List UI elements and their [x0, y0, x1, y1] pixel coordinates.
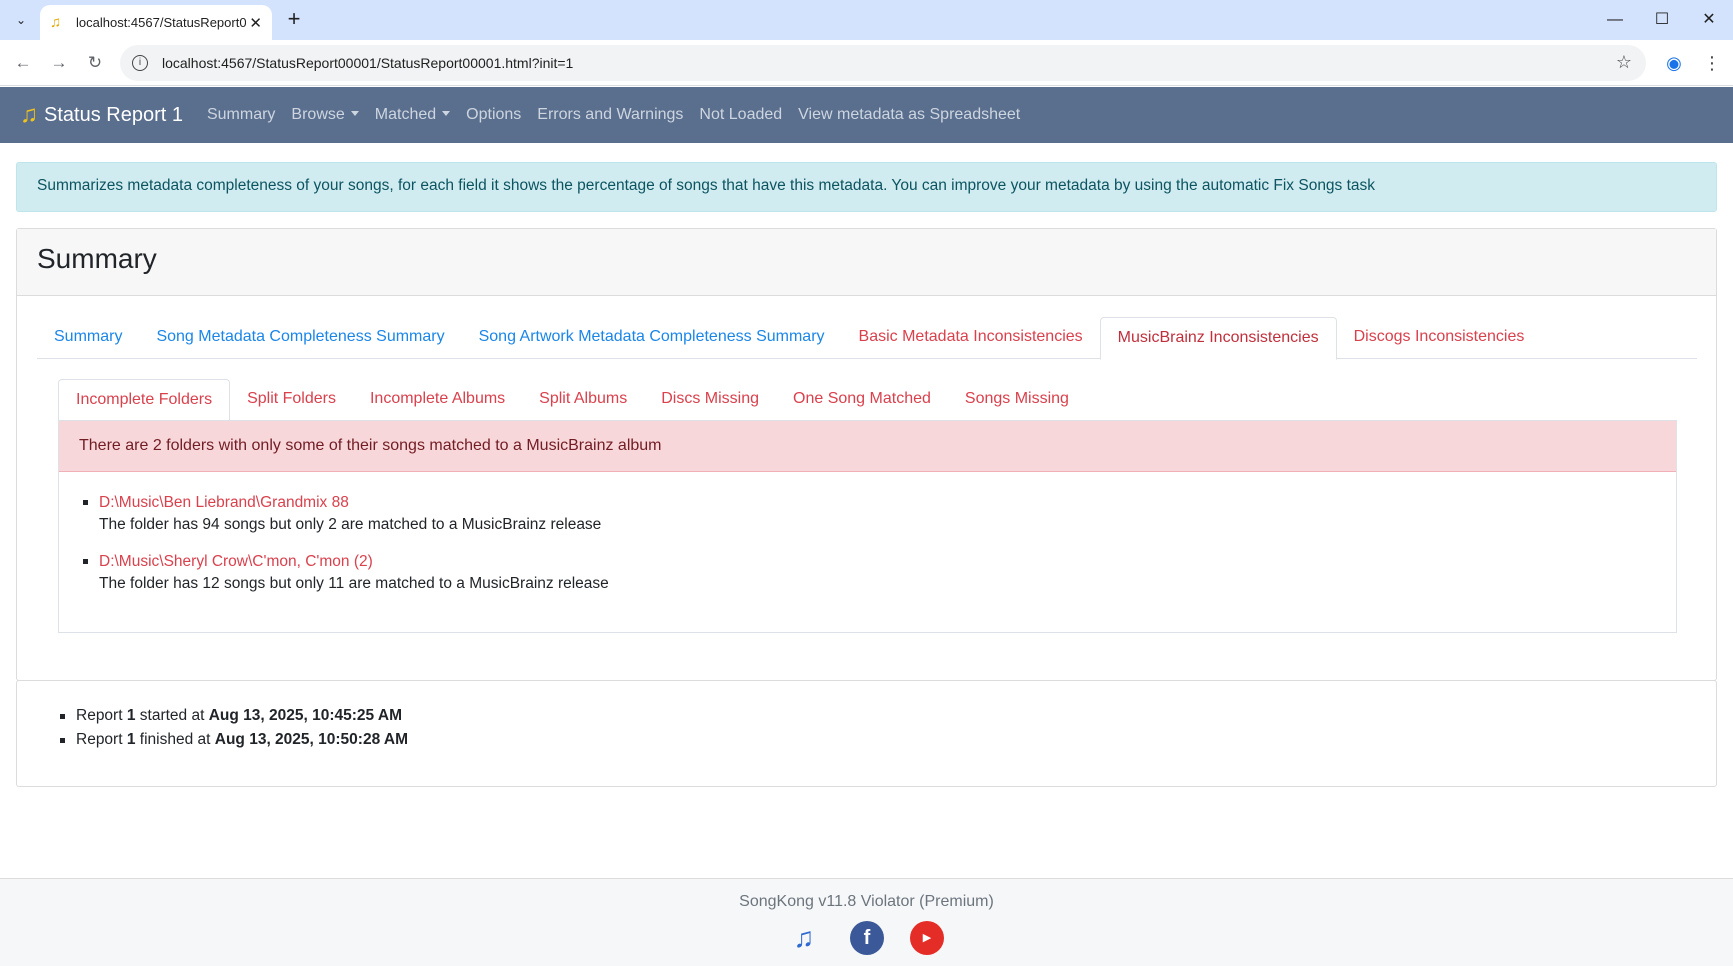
window-close-button[interactable]: ✕ [1697, 8, 1721, 32]
tab-song-artwork-completeness[interactable]: Song Artwork Metadata Completeness Summa… [462, 317, 842, 359]
folder-description: The folder has 94 songs but only 2 are m… [99, 516, 602, 533]
incomplete-folders-panel: There are 2 folders with only some of th… [58, 420, 1677, 633]
subtab-songs-missing[interactable]: Songs Missing [948, 379, 1086, 421]
brand-title: Status Report 1 [44, 103, 183, 126]
address-bar[interactable]: i localhost:4567/StatusReport00001/Statu… [120, 45, 1646, 81]
songkong-icon[interactable]: ♫ [787, 921, 821, 955]
report-tabs: Summary Song Metadata Completeness Summa… [37, 317, 1697, 360]
tab-basic-metadata-inconsistencies[interactable]: Basic Metadata Inconsistencies [842, 317, 1100, 359]
info-alert: Summarizes metadata completeness of your… [16, 162, 1717, 212]
bookmark-star-icon[interactable]: ☆ [1616, 52, 1632, 73]
tab-song-metadata-completeness[interactable]: Song Metadata Completeness Summary [139, 317, 461, 359]
tab-close-icon[interactable]: ✕ [249, 14, 262, 32]
list-item: D:\Music\Sheryl Crow\C'mon, C'mon (2) Th… [83, 551, 1676, 595]
url-text[interactable]: localhost:4567/StatusReport00001/StatusR… [162, 55, 573, 71]
musicbrainz-subtabs: Incomplete Folders Split Folders Incompl… [58, 379, 1678, 422]
tab-discogs-inconsistencies[interactable]: Discogs Inconsistencies [1337, 317, 1542, 359]
finished-time: Aug 13, 2025, 10:50:28 AM [214, 731, 409, 748]
list-item: D:\Music\Ben Liebrand\Grandmix 88 The fo… [83, 492, 1676, 536]
browser-menu-icon[interactable]: ⋮ [1700, 51, 1724, 75]
subtab-split-folders[interactable]: Split Folders [230, 379, 353, 421]
report-label: Report [76, 707, 123, 724]
report-label: Report [76, 731, 123, 748]
footer-version: SongKong v11.8 Violator (Premium) [739, 893, 994, 910]
nav-browse-dropdown[interactable]: Browse [291, 106, 358, 124]
new-tab-button[interactable]: + [282, 8, 306, 32]
folder-description: The folder has 12 songs but only 11 are … [99, 575, 609, 592]
reload-icon[interactable]: ↻ [83, 51, 107, 75]
profile-icon[interactable]: ◉ [1662, 51, 1686, 75]
nav-matched-dropdown[interactable]: Matched [375, 106, 450, 124]
forward-icon[interactable]: → [47, 51, 71, 75]
started-time: Aug 13, 2025, 10:45:25 AM [208, 707, 402, 724]
footer: SongKong v11.8 Violator (Premium) ♫ f ▶ [0, 878, 1733, 966]
subtab-incomplete-albums[interactable]: Incomplete Albums [353, 379, 522, 421]
report-started: Report 1 started at Aug 13, 2025, 10:45:… [60, 704, 1716, 728]
nav-options[interactable]: Options [466, 106, 521, 124]
report-number: 1 [126, 731, 136, 748]
report-times-list: Report 1 started at Aug 13, 2025, 10:45:… [17, 681, 1716, 752]
subtab-discs-missing[interactable]: Discs Missing [644, 379, 776, 421]
tab-summary[interactable]: Summary [37, 317, 139, 359]
app-navbar: ♫ Status Report 1 Summary Browse Matched… [0, 87, 1733, 143]
songkong-logo-icon: ♫ [20, 101, 38, 128]
subtab-split-albums[interactable]: Split Albums [522, 379, 644, 421]
maximize-button[interactable]: ☐ [1650, 8, 1674, 32]
brand[interactable]: ♫ Status Report 1 [20, 101, 183, 129]
nav-view-spreadsheet[interactable]: View metadata as Spreadsheet [798, 106, 1020, 124]
incomplete-folders-alert: There are 2 folders with only some of th… [59, 421, 1676, 472]
card-title: Summary [17, 229, 1716, 296]
youtube-icon[interactable]: ▶ [910, 921, 944, 955]
back-icon[interactable]: ← [11, 51, 35, 75]
started-label: started at [139, 707, 205, 724]
report-times-card: Report 1 started at Aug 13, 2025, 10:45:… [16, 680, 1717, 787]
nav-errors-warnings[interactable]: Errors and Warnings [537, 106, 683, 124]
folder-link[interactable]: D:\Music\Sheryl Crow\C'mon, C'mon (2) [99, 551, 1676, 573]
browser-tabstrip: ⌄ ♫ localhost:4567/StatusReport00001 ✕ +… [0, 0, 1733, 40]
browser-tab[interactable]: ♫ localhost:4567/StatusReport00001 ✕ [40, 5, 272, 40]
site-info-icon[interactable]: i [132, 55, 148, 71]
nav-summary[interactable]: Summary [207, 106, 275, 124]
minimize-button[interactable]: — [1603, 8, 1627, 32]
folder-list: D:\Music\Ben Liebrand\Grandmix 88 The fo… [59, 472, 1676, 595]
subtab-one-song-matched[interactable]: One Song Matched [776, 379, 948, 421]
report-number: 1 [126, 707, 136, 724]
subtab-incomplete-folders[interactable]: Incomplete Folders [58, 379, 231, 422]
report-finished: Report 1 finished at Aug 13, 2025, 10:50… [60, 728, 1716, 752]
folder-link[interactable]: D:\Music\Ben Liebrand\Grandmix 88 [99, 492, 1676, 514]
tab-search-chevron-icon[interactable]: ⌄ [9, 7, 33, 33]
songkong-favicon-icon: ♫ [50, 13, 62, 31]
browser-toolbar: ← → ↻ i localhost:4567/StatusReport00001… [0, 40, 1733, 86]
facebook-icon[interactable]: f [850, 921, 884, 955]
nav-not-loaded[interactable]: Not Loaded [699, 106, 782, 124]
finished-label: finished at [139, 731, 211, 748]
summary-card: Summary Summary Song Metadata Completene… [16, 228, 1717, 681]
tab-musicbrainz-inconsistencies[interactable]: MusicBrainz Inconsistencies [1099, 317, 1337, 360]
browser-tab-title: localhost:4567/StatusReport00001 [76, 15, 246, 30]
